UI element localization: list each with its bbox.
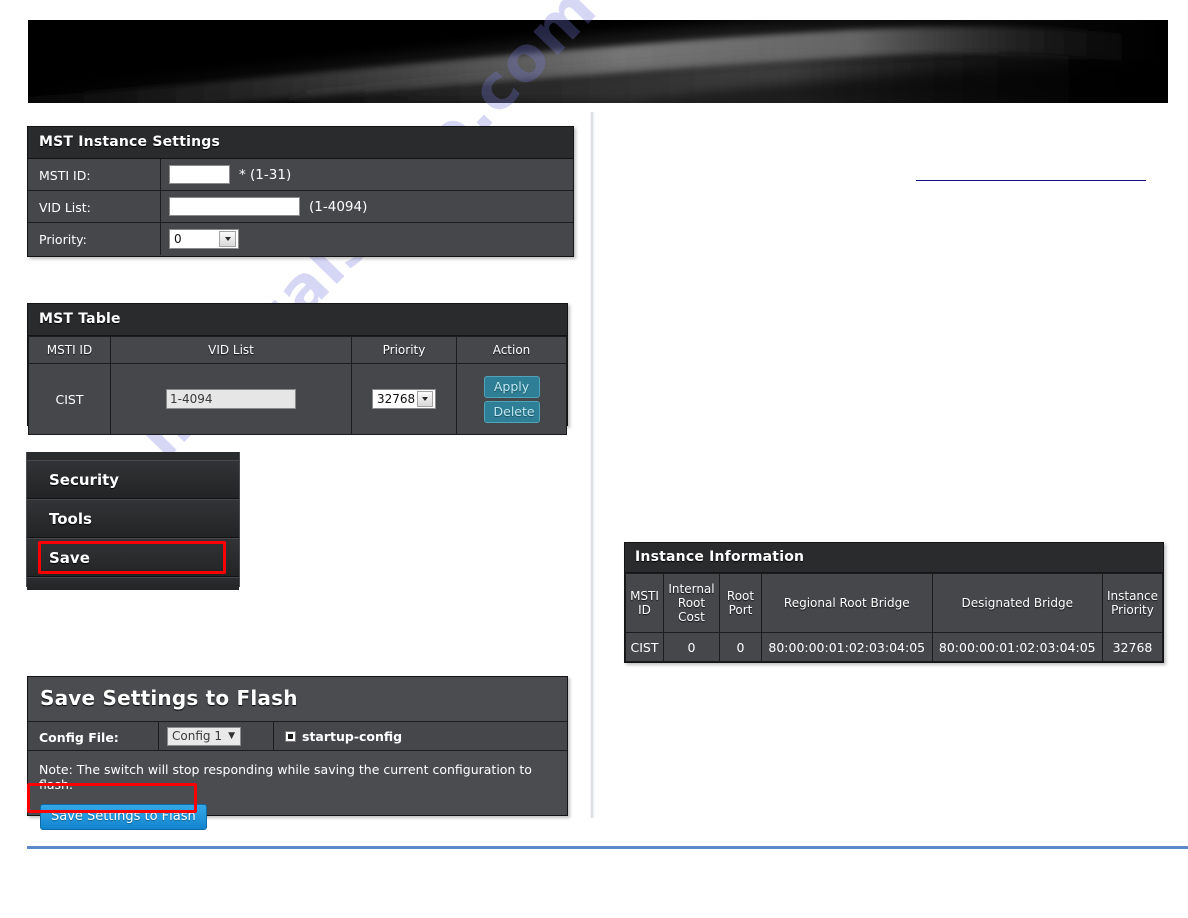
instinfo-th-internal-root-cost: Internal Root Cost: [663, 573, 720, 633]
mst-table-priority-select[interactable]: 32768: [372, 389, 436, 409]
vid-list-hint: (1-4094): [309, 198, 368, 215]
table-row: CIST 32768 Apply Delete: [28, 363, 567, 435]
mst-instance-settings-panel: MST Instance Settings MSTI ID: * (1-31) …: [27, 126, 574, 257]
right-column-divider: [916, 180, 1146, 181]
instinfo-cell-msti-id: CIST: [625, 632, 664, 662]
banner-artwork: [28, 20, 1168, 103]
instinfo-th-msti-id: MSTI ID: [625, 573, 664, 633]
mst-table-priority-value: 32768: [377, 392, 416, 406]
apply-button[interactable]: Apply: [483, 375, 540, 398]
mst-table-vid-list-input[interactable]: [166, 389, 296, 409]
mst-table-title: MST Table: [28, 304, 567, 336]
page-fold-line: [590, 112, 595, 818]
sidebar-item-tools[interactable]: Tools: [27, 499, 239, 538]
mst-table-cell-priority: 32768: [351, 363, 457, 435]
startup-config-label: startup-config: [302, 728, 403, 744]
startup-config-checkbox[interactable]: [285, 730, 296, 742]
priority-select-value: 0: [174, 232, 182, 246]
instinfo-th-designated-bridge: Designated Bridge: [931, 573, 1103, 633]
msti-id-input[interactable]: [169, 165, 230, 184]
msti-id-hint: * (1-31): [239, 166, 292, 183]
mst-instance-settings-title: MST Instance Settings: [28, 127, 573, 159]
save-settings-to-flash-button[interactable]: Save Settings to Flash: [40, 804, 207, 830]
vid-list-label: VID List:: [28, 191, 161, 222]
save-settings-to-flash-panel: Save Settings to Flash Config File: Conf…: [27, 676, 568, 830]
instance-information-title: Instance Information: [625, 543, 1163, 573]
instance-information-header-row: MSTI ID Internal Root Cost Root Port Reg…: [625, 573, 1163, 633]
footer-divider: [27, 846, 1188, 849]
priority-label: Priority:: [28, 223, 161, 255]
chevron-down-icon: ▼: [228, 731, 235, 741]
mst-table-cell-action: Apply Delete: [456, 363, 567, 435]
priority-row: Priority: 0: [28, 223, 573, 255]
instinfo-cell-designated-bridge: 80:00:00:01:02:03:04:05: [931, 632, 1103, 662]
mst-table-grid: MSTI ID VID List Priority Action CIST 32…: [28, 336, 567, 435]
mst-table-th-priority: Priority: [351, 336, 457, 364]
vid-list-input[interactable]: [169, 197, 300, 216]
config-file-row: Config File: Config 1 ▼ startup-config: [28, 721, 567, 751]
vid-list-row: VID List: (1-4094): [28, 191, 573, 223]
menu-bottom-spacer: [27, 577, 239, 590]
instance-information-grid: MSTI ID Internal Root Cost Root Port Reg…: [625, 573, 1163, 662]
config-file-select[interactable]: Config 1 ▼: [167, 726, 241, 746]
mst-table-cell-vid-list: [110, 363, 352, 435]
priority-select[interactable]: 0: [169, 229, 239, 249]
mst-table-th-vid-list: VID List: [110, 336, 352, 364]
instinfo-cell-instance-priority: 32768: [1102, 632, 1163, 662]
sidebar-item-security[interactable]: Security: [27, 460, 239, 499]
instinfo-cell-regional-root-bridge: 80:00:00:01:02:03:04:05: [761, 632, 933, 662]
save-settings-title: Save Settings to Flash: [28, 677, 567, 721]
chevron-down-icon: [417, 391, 433, 407]
mst-table-th-action: Action: [456, 336, 567, 364]
menu-top-spacer: [27, 452, 239, 460]
mst-table-panel: MST Table MSTI ID VID List Priority Acti…: [27, 303, 568, 435]
delete-button[interactable]: Delete: [483, 400, 540, 423]
instinfo-cell-root-port: 0: [719, 632, 762, 662]
sidebar-item-save[interactable]: Save: [27, 538, 239, 577]
instinfo-th-root-port: Root Port: [719, 573, 762, 633]
msti-id-row: MSTI ID: * (1-31): [28, 159, 573, 191]
mst-table-cell-msti-id: CIST: [28, 363, 111, 435]
mst-table-th-msti-id: MSTI ID: [28, 336, 111, 364]
save-settings-note: Note: The switch will stop responding wh…: [39, 762, 532, 792]
config-file-select-value: Config 1: [172, 729, 222, 743]
instinfo-cell-internal-root-cost: 0: [663, 632, 720, 662]
table-row: CIST 0 0 80:00:00:01:02:03:04:05 80:00:0…: [625, 632, 1163, 662]
instinfo-th-regional-root-bridge: Regional Root Bridge: [761, 573, 933, 633]
sidebar-item-label: Save: [49, 548, 90, 567]
sidebar-item-label: Tools: [49, 509, 92, 528]
instinfo-th-instance-priority: Instance Priority: [1102, 573, 1163, 633]
top-banner-image: [28, 20, 1168, 103]
msti-id-label: MSTI ID:: [28, 159, 161, 190]
chevron-down-icon: [219, 231, 236, 247]
sidebar-item-label: Security: [49, 470, 120, 489]
config-file-label: Config File:: [28, 722, 159, 750]
sidebar-menu: Security Tools Save: [26, 452, 240, 590]
instance-information-panel: Instance Information MSTI ID Internal Ro…: [624, 542, 1164, 663]
mst-table-header-row: MSTI ID VID List Priority Action: [28, 336, 567, 364]
